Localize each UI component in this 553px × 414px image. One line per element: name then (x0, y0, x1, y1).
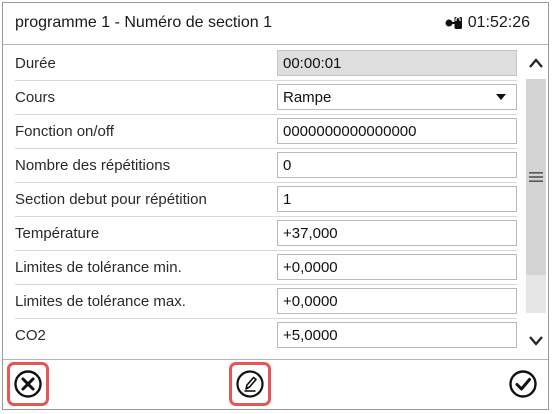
status-area: 01:52:26 (444, 14, 530, 32)
lock-key-icon (445, 16, 462, 29)
row-label: Section debut pour répétition (15, 191, 207, 208)
row-tol-max: Limites de tolérance max. +0,0000 (3, 285, 523, 319)
footer-bar (3, 359, 548, 409)
row-label: Durée (15, 55, 56, 72)
tolerance-min-field[interactable]: +0,0000 (277, 254, 517, 280)
row-tol-min: Limites de tolérance min. +0,0000 (3, 251, 523, 285)
scroll-down-icon[interactable] (526, 329, 546, 353)
confirm-button[interactable] (503, 364, 543, 404)
row-duree: Durée 00:00:01 (3, 47, 523, 81)
dropdown-arrow-icon (496, 94, 506, 100)
scroll-track[interactable] (526, 79, 546, 313)
row-label: CO2 (15, 327, 46, 344)
row-temperature: Température +37,000 (3, 217, 523, 251)
hamburger-icon (529, 172, 543, 182)
row-label: Nombre des répétitions (15, 157, 171, 174)
temperature-field[interactable]: +37,000 (277, 220, 517, 246)
row-label: Température (15, 225, 100, 242)
row-label: Limites de tolérance min. (15, 259, 182, 276)
cancel-button[interactable] (7, 362, 49, 406)
page-title: programme 1 - Numéro de section 1 (15, 14, 272, 31)
edit-button[interactable] (229, 362, 271, 406)
row-label: Limites de tolérance max. (15, 293, 186, 310)
section-start-field[interactable]: 1 (277, 186, 517, 212)
course-select[interactable]: Rampe (277, 84, 517, 110)
scroll-up-icon[interactable] (526, 51, 546, 75)
onoff-function-field[interactable]: 0000000000000000 (277, 118, 517, 144)
repetitions-field[interactable]: 0 (277, 152, 517, 178)
clock-time: 01:52:26 (467, 14, 530, 31)
row-label: Cours (15, 89, 56, 106)
row-section-start: Section debut pour répétition 1 (3, 183, 523, 217)
scrollbar[interactable] (523, 47, 548, 359)
cancel-circle-icon (14, 370, 42, 398)
row-label: Fonction on/off (15, 123, 114, 140)
co2-field[interactable]: +5,0000 (277, 322, 517, 348)
parameter-list: Durée 00:00:01 Cours Rampe Fonction on/o… (3, 47, 523, 357)
confirm-check-icon (509, 370, 537, 398)
edit-pencil-icon (236, 370, 264, 398)
row-repetitions: Nombre des répétitions 0 (3, 149, 523, 183)
program-section-screen: programme 1 - Numéro de section 1 01:52:… (2, 2, 549, 410)
row-fonction: Fonction on/off 0000000000000000 (3, 115, 523, 149)
course-select-value: Rampe (283, 89, 332, 106)
header-bar: programme 1 - Numéro de section 1 01:52:… (3, 3, 548, 45)
tolerance-max-field[interactable]: +0,0000 (277, 288, 517, 314)
row-cours: Cours Rampe (3, 81, 523, 115)
row-co2: CO2 +5,0000 (3, 319, 523, 353)
duration-field: 00:00:01 (277, 50, 517, 76)
